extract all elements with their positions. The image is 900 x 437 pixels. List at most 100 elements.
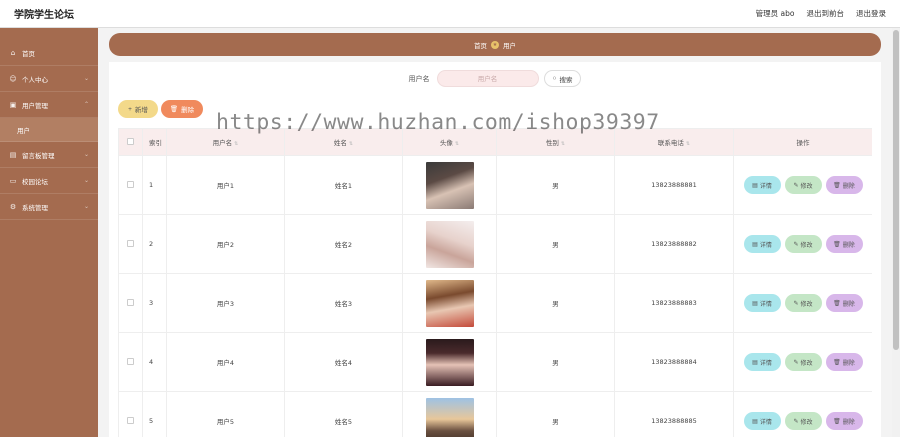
main-content: 首页 ★ 用户 用户名 ○ 搜索 + 新增 🗑 删除 [98,28,900,437]
row-select-cell[interactable] [118,214,143,274]
edit-button[interactable]: ✎ 修改 [784,294,822,312]
select-all-cell[interactable] [118,128,143,156]
back-to-front-link[interactable]: 退出到前台 [807,8,845,19]
row-username: 用户5 [166,391,285,437]
row-select-cell[interactable] [118,391,143,437]
edit-label: 修改 [800,360,813,367]
row-phone: 13823888884 [614,332,734,392]
sidebar-subitem-user[interactable]: 用户 [0,118,98,142]
header-label: 头像 [439,139,453,147]
select-all-checkbox[interactable] [127,137,134,145]
row-checkbox[interactable] [127,357,134,365]
breadcrumb: 首页 ★ 用户 [109,33,881,56]
trash-icon: 🗑 [833,241,841,248]
row-gender: 男 [496,332,615,392]
sidebar-item-forum[interactable]: ▭ 校园论坛 ⌄ [0,168,98,194]
row-ops: ▤ 详情 ✎ 修改 🗑 删除 [733,332,872,392]
sort-icon[interactable]: ⇅ [349,141,353,147]
row-avatar-cell [402,273,497,333]
row-checkbox[interactable] [127,298,134,306]
row-ops: ▤ 详情 ✎ 修改 🗑 删除 [733,155,872,215]
logout-link[interactable]: 退出登录 [856,8,886,19]
detail-button[interactable]: ▤ 详情 [743,412,781,430]
detail-button[interactable]: ▤ 详情 [743,235,781,253]
row-index: 1 [142,155,167,215]
edit-button[interactable]: ✎ 修改 [784,176,822,194]
search-button[interactable]: ○ 搜索 [543,70,582,87]
edit-button[interactable]: ✎ 修改 [784,353,822,371]
delete-button[interactable]: 🗑 删除 [825,294,863,312]
breadcrumb-home[interactable]: 首页 [474,40,487,50]
gear-icon: ⚙ [9,202,17,211]
edit-icon: ✎ [793,241,799,248]
batch-delete-button[interactable]: 🗑 删除 [161,100,203,118]
row-name: 姓名3 [284,273,403,333]
sort-icon[interactable]: ⇅ [455,141,459,147]
edit-label: 修改 [800,242,813,249]
header-phone[interactable]: 联系电话 ⇅ [614,128,734,156]
delete-button[interactable]: 🗑 删除 [825,412,863,430]
sort-icon[interactable]: ⇅ [686,141,690,147]
sort-icon[interactable]: ⇅ [561,141,565,147]
avatar[interactable] [425,397,474,437]
page-scrollbar[interactable] [892,28,900,437]
sidebar-item-users[interactable]: ▣ 用户管理 ⌃ [0,92,98,118]
edit-label: 修改 [800,419,813,426]
edit-label: 修改 [800,301,813,308]
avatar[interactable] [425,279,474,327]
delete-label: 删除 [842,242,855,249]
row-avatar-cell [402,155,497,215]
detail-button[interactable]: ▤ 详情 [743,294,781,312]
detail-label: 详情 [759,419,772,426]
row-gender: 男 [496,391,615,437]
detail-label: 详情 [759,183,772,190]
search-label: 用户名 [408,74,430,83]
delete-button[interactable]: 🗑 删除 [825,235,863,253]
delete-button[interactable]: 🗑 删除 [825,353,863,371]
sidebar-item-label: 校园论坛 [22,177,48,186]
row-checkbox[interactable] [127,180,134,188]
row-select-cell[interactable] [118,155,143,215]
sidebar-item-label: 个人中心 [22,75,48,84]
row-avatar-cell [402,391,497,437]
row-avatar-cell [402,214,497,274]
header-name[interactable]: 姓名 ⇅ [284,128,403,156]
trash-icon: 🗑 [169,106,179,113]
edit-button[interactable]: ✎ 修改 [784,412,822,430]
add-button-label: 新增 [134,107,148,114]
avatar[interactable] [425,338,474,386]
row-select-cell[interactable] [118,332,143,392]
header-avatar[interactable]: 头像 ⇅ [402,128,497,156]
sidebar-item-messages[interactable]: ▤ 留言板管理 ⌄ [0,142,98,168]
row-checkbox[interactable] [127,416,134,424]
header-gender[interactable]: 性别 ⇅ [496,128,615,156]
detail-button[interactable]: ▤ 详情 [743,353,781,371]
row-gender: 男 [496,155,615,215]
edit-button[interactable]: ✎ 修改 [784,235,822,253]
search-input[interactable] [436,70,539,87]
avatar[interactable] [425,220,474,268]
row-gender: 男 [496,273,615,333]
avatar[interactable] [425,161,474,209]
row-select-cell[interactable] [118,273,143,333]
delete-label: 删除 [842,360,855,367]
add-button[interactable]: + 新增 [118,100,158,118]
row-phone: 13823888885 [614,391,734,437]
delete-label: 删除 [842,419,855,426]
sort-icon[interactable]: ⇅ [234,141,238,147]
sidebar-item-label: 用户管理 [22,101,48,110]
table-row: 5 用户5 姓名5 男 13823888885 ▤ 详情 ✎ 修改 🗑 删除 [118,391,872,437]
sidebar-item-profile[interactable]: ☺ 个人中心 ⌄ [0,66,98,92]
sidebar-item-label: 首页 [22,49,35,58]
sidebar-item-system[interactable]: ⚙ 系统管理 ⌄ [0,194,98,220]
table-header-row: 索引 用户名 ⇅ 姓名 ⇅ 头像 ⇅ 性别 ⇅ 联系电话 ⇅ 操作 [118,128,872,156]
row-checkbox[interactable] [127,239,134,247]
detail-button[interactable]: ▤ 详情 [743,176,781,194]
row-avatar-cell [402,332,497,392]
scrollbar-thumb[interactable] [893,30,899,350]
header-username[interactable]: 用户名 ⇅ [166,128,285,156]
sidebar-item-home[interactable]: ⌂ 首页 [0,40,98,66]
edit-icon: ✎ [793,418,799,425]
delete-button[interactable]: 🗑 删除 [825,176,863,194]
